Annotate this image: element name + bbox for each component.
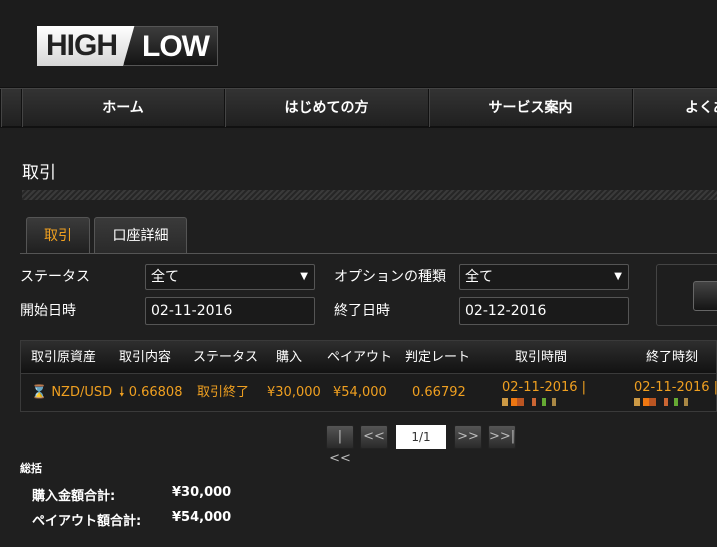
start-date-label: 開始日時 — [20, 303, 76, 319]
col-asset: 取引原資産 — [31, 350, 97, 365]
nav-item-beginners[interactable]: はじめての方 — [224, 89, 428, 127]
table-row[interactable]: ⌛ NZD/USD 🠗 0.66808 取引終了 ¥30,000 ¥54,000… — [20, 374, 717, 412]
nav-item-services[interactable]: サービス案内 — [428, 89, 632, 127]
end-time-cell: 02-11-2016 | — [634, 381, 717, 419]
summary-title: 総括 — [20, 462, 42, 475]
col-end-time: 終了時刻 — [646, 350, 699, 365]
logo-high-text: HIGH — [37, 26, 135, 66]
col-rate: 判定レート — [405, 350, 471, 365]
title-divider — [22, 190, 717, 200]
site-header: HIGH LOW — [0, 0, 717, 88]
nav-spacer — [0, 89, 21, 127]
trade-time-cell: 02-11-2016 | — [502, 381, 586, 419]
purchase-cell: ¥30,000 — [267, 385, 321, 400]
col-entry: 取引内容 — [119, 350, 172, 365]
dropdown-arrow-icon: ▼ — [614, 271, 622, 282]
payout-cell: ¥54,000 — [333, 385, 387, 400]
pagination: |<< << 1/1 >> >>| — [326, 425, 522, 466]
entry-value: 0.66808 — [128, 385, 183, 400]
status-filter-label: ステータス — [20, 269, 90, 285]
status-cell: 取引終了 — [197, 385, 250, 400]
tab-underline — [20, 253, 717, 254]
status-select-value: 全て — [151, 269, 179, 285]
hourglass-icon: ⌛ — [31, 385, 48, 400]
payout-total-label: ペイアウト額合計: — [32, 514, 142, 529]
purchase-total-label: 購入金額合計: — [32, 489, 116, 504]
option-type-select[interactable]: 全て ▼ — [459, 264, 629, 290]
col-trade-time: 取引時間 — [515, 350, 568, 365]
trades-table: 取引原資産 取引内容 ステータス 購入 ペイアウト 判定レート 取引時間 終了時… — [20, 340, 717, 412]
nav-item-faq[interactable]: よくあ — [632, 89, 717, 127]
last-page-button[interactable]: >>| — [488, 425, 516, 449]
first-page-button[interactable]: |<< — [326, 425, 354, 466]
option-type-select-value: 全て — [465, 269, 493, 285]
start-date-input[interactable]: 02-11-2016 — [145, 297, 315, 325]
payout-total-value: ¥54,000 — [172, 510, 232, 525]
end-date-input[interactable]: 02-12-2016 — [459, 297, 629, 325]
tab-bar: 取引 口座詳細 — [26, 217, 191, 254]
page-indicator: 1/1 — [396, 425, 446, 449]
status-select[interactable]: 全て ▼ — [145, 264, 315, 290]
search-panel — [656, 264, 717, 326]
highlow-logo[interactable]: HIGH LOW — [37, 22, 218, 70]
search-button[interactable] — [693, 281, 717, 311]
arrow-down-icon: 🠗 — [119, 385, 125, 400]
col-payout: ペイアウト — [327, 350, 393, 365]
end-time-text: 02-11-2016 | — [634, 380, 717, 395]
main-nav: ホーム はじめての方 サービス案内 よくあ — [0, 88, 717, 128]
logo-low-text: LOW — [123, 26, 218, 66]
tab-trades[interactable]: 取引 — [26, 217, 90, 254]
masked-time-graphic — [634, 398, 694, 406]
option-type-label: オプションの種類 — [334, 269, 446, 285]
rate-cell: 0.66792 — [412, 385, 466, 400]
table-header: 取引原資産 取引内容 ステータス 購入 ペイアウト 判定レート 取引時間 終了時… — [20, 340, 717, 374]
next-page-button[interactable]: >> — [454, 425, 482, 449]
tab-account-details[interactable]: 口座詳細 — [94, 217, 187, 253]
asset-name: NZD/USD — [51, 385, 113, 400]
entry-cell: 🠗 0.66808 — [119, 374, 182, 412]
masked-time-graphic — [502, 398, 562, 406]
end-date-label: 終了日時 — [334, 303, 390, 319]
col-status: ステータス — [193, 350, 259, 365]
purchase-total-value: ¥30,000 — [172, 485, 232, 500]
col-purchase: 購入 — [276, 350, 303, 365]
dropdown-arrow-icon: ▼ — [300, 271, 308, 282]
trade-time-text: 02-11-2016 | — [502, 380, 587, 395]
nav-item-home[interactable]: ホーム — [21, 89, 224, 127]
prev-page-button[interactable]: << — [360, 425, 388, 449]
asset-cell: ⌛ NZD/USD — [31, 374, 112, 412]
page-title: 取引 — [22, 163, 56, 183]
